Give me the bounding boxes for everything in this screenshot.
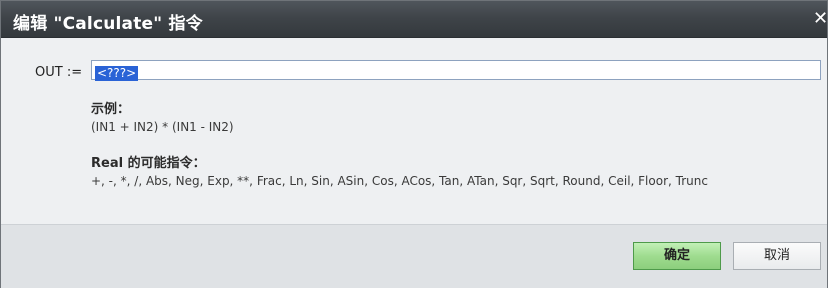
example-heading: 示例：	[91, 102, 131, 117]
out-label: OUT :=	[35, 65, 83, 80]
dialog-content: OUT := <???> 示例： (IN1 + IN2) * (IN1 - IN…	[1, 38, 827, 224]
dialog-titlebar[interactable]: 编辑 "Calculate" 指令 ✕	[1, 1, 828, 38]
dialog-footer: 确定 取消	[1, 224, 827, 288]
out-expression-input[interactable]: <???>	[91, 60, 821, 81]
cancel-button[interactable]: 取消	[733, 242, 821, 270]
instructions-text: +, -, *, /, Abs, Neg, Exp, **, Frac, Ln,…	[91, 174, 708, 188]
out-expression-value[interactable]: <???>	[95, 66, 139, 81]
close-icon[interactable]: ✕	[813, 1, 828, 37]
example-text: (IN1 + IN2) * (IN1 - IN2)	[91, 120, 234, 134]
dialog-title: 编辑 "Calculate" 指令	[13, 14, 203, 34]
instructions-heading: Real 的可能指令：	[91, 156, 206, 171]
ok-button[interactable]: 确定	[633, 242, 721, 270]
calculate-dialog: 编辑 "Calculate" 指令 ✕ OUT := <???> 示例： (IN…	[0, 0, 828, 288]
